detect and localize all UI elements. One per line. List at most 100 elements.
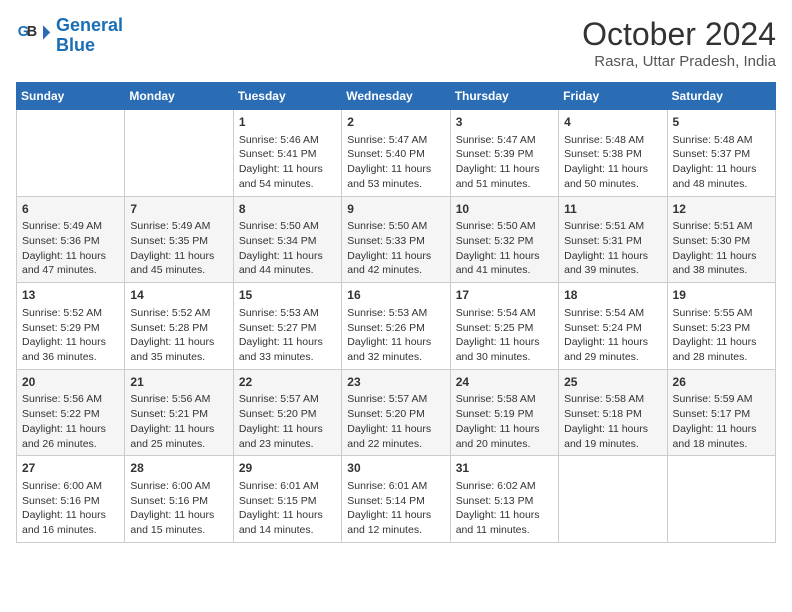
day-cell: 31 Sunrise: 6:02 AM Sunset: 5:13 PM Dayli…: [450, 456, 558, 543]
header-saturday: Saturday: [667, 83, 775, 110]
day-number: 28: [130, 460, 227, 477]
logo-icon: G B: [16, 18, 52, 54]
header-tuesday: Tuesday: [233, 83, 341, 110]
day-number: 9: [347, 201, 444, 218]
day-number: 22: [239, 374, 336, 391]
location-subtitle: Rasra, Uttar Pradesh, India: [582, 53, 776, 70]
day-info: Sunrise: 5:50 AM Sunset: 5:34 PM Dayligh…: [239, 219, 336, 278]
header-thursday: Thursday: [450, 83, 558, 110]
day-info: Sunrise: 5:53 AM Sunset: 5:27 PM Dayligh…: [239, 306, 336, 365]
day-cell: 9Sunrise: 5:50 AM Sunset: 5:33 PM Daylig…: [342, 196, 450, 283]
day-cell: [667, 456, 775, 543]
day-cell: 15 Sunrise: 5:53 AM Sunset: 5:27 PM Dayli…: [233, 283, 341, 370]
day-cell: 29 Sunrise: 6:01 AM Sunset: 5:15 PM Dayli…: [233, 456, 341, 543]
week-row-5: 27 Sunrise: 6:00 AM Sunset: 5:16 PM Dayli…: [17, 456, 776, 543]
day-number: 27: [22, 460, 119, 477]
day-cell: 28 Sunrise: 6:00 AM Sunset: 5:16 PM Dayli…: [125, 456, 233, 543]
day-info: Sunrise: 5:55 AM Sunset: 5:23 PM Dayligh…: [673, 306, 770, 365]
day-info: Sunrise: 5:50 AM Sunset: 5:32 PM Dayligh…: [456, 219, 553, 278]
day-number: 15: [239, 287, 336, 304]
day-cell: 20Sunrise: 5:56 AM Sunset: 5:22 PM Dayli…: [17, 369, 125, 456]
week-row-4: 20Sunrise: 5:56 AM Sunset: 5:22 PM Dayli…: [17, 369, 776, 456]
day-info: Sunrise: 5:56 AM Sunset: 5:22 PM Dayligh…: [22, 392, 119, 451]
day-number: 19: [673, 287, 770, 304]
day-info: Sunrise: 5:58 AM Sunset: 5:19 PM Dayligh…: [456, 392, 553, 451]
day-cell: [17, 110, 125, 197]
day-number: 18: [564, 287, 661, 304]
day-info: Sunrise: 6:00 AM Sunset: 5:16 PM Dayligh…: [130, 479, 227, 538]
day-info: Sunrise: 6:01 AM Sunset: 5:15 PM Dayligh…: [239, 479, 336, 538]
day-number: 25: [564, 374, 661, 391]
day-cell: 25Sunrise: 5:58 AM Sunset: 5:18 PM Dayli…: [559, 369, 667, 456]
week-row-2: 6Sunrise: 5:49 AM Sunset: 5:36 PM Daylig…: [17, 196, 776, 283]
day-cell: 7Sunrise: 5:49 AM Sunset: 5:35 PM Daylig…: [125, 196, 233, 283]
logo-text: General Blue: [56, 16, 123, 56]
page-header: G B General Blue October 2024 Rasra, Utt…: [16, 16, 776, 70]
day-number: 23: [347, 374, 444, 391]
day-cell: 8Sunrise: 5:50 AM Sunset: 5:34 PM Daylig…: [233, 196, 341, 283]
day-number: 20: [22, 374, 119, 391]
day-cell: 17 Sunrise: 5:54 AM Sunset: 5:25 PM Dayli…: [450, 283, 558, 370]
day-info: Sunrise: 5:51 AM Sunset: 5:31 PM Dayligh…: [564, 219, 661, 278]
logo-line2: Blue: [56, 35, 95, 55]
day-cell: 22Sunrise: 5:57 AM Sunset: 5:20 PM Dayli…: [233, 369, 341, 456]
day-info: Sunrise: 5:50 AM Sunset: 5:33 PM Dayligh…: [347, 219, 444, 278]
day-number: 10: [456, 201, 553, 218]
day-info: Sunrise: 5:48 AM Sunset: 5:37 PM Dayligh…: [673, 133, 770, 192]
day-number: 4: [564, 114, 661, 131]
week-row-3: 13Sunrise: 5:52 AM Sunset: 5:29 PM Dayli…: [17, 283, 776, 370]
day-info: Sunrise: 5:54 AM Sunset: 5:25 PM Dayligh…: [456, 306, 553, 365]
day-number: 1: [239, 114, 336, 131]
day-cell: 13Sunrise: 5:52 AM Sunset: 5:29 PM Dayli…: [17, 283, 125, 370]
month-title: October 2024: [582, 16, 776, 53]
day-number: 11: [564, 201, 661, 218]
day-number: 3: [456, 114, 553, 131]
day-info: Sunrise: 5:59 AM Sunset: 5:17 PM Dayligh…: [673, 392, 770, 451]
day-number: 14: [130, 287, 227, 304]
day-info: Sunrise: 5:51 AM Sunset: 5:30 PM Dayligh…: [673, 219, 770, 278]
day-info: Sunrise: 6:01 AM Sunset: 5:14 PM Dayligh…: [347, 479, 444, 538]
header-sunday: Sunday: [17, 83, 125, 110]
day-number: 31: [456, 460, 553, 477]
day-cell: 12Sunrise: 5:51 AM Sunset: 5:30 PM Dayli…: [667, 196, 775, 283]
day-number: 21: [130, 374, 227, 391]
day-info: Sunrise: 5:57 AM Sunset: 5:20 PM Dayligh…: [347, 392, 444, 451]
day-cell: 24Sunrise: 5:58 AM Sunset: 5:19 PM Dayli…: [450, 369, 558, 456]
logo-line1: General: [56, 15, 123, 35]
day-number: 5: [673, 114, 770, 131]
day-cell: 3 Sunrise: 5:47 AM Sunset: 5:39 PM Daylig…: [450, 110, 558, 197]
calendar-table: SundayMondayTuesdayWednesdayThursdayFrid…: [16, 82, 776, 543]
day-info: Sunrise: 6:00 AM Sunset: 5:16 PM Dayligh…: [22, 479, 119, 538]
day-cell: 14Sunrise: 5:52 AM Sunset: 5:28 PM Dayli…: [125, 283, 233, 370]
day-cell: 11Sunrise: 5:51 AM Sunset: 5:31 PM Dayli…: [559, 196, 667, 283]
day-number: 30: [347, 460, 444, 477]
day-cell: 27 Sunrise: 6:00 AM Sunset: 5:16 PM Dayli…: [17, 456, 125, 543]
day-number: 6: [22, 201, 119, 218]
svg-text:B: B: [27, 24, 37, 40]
day-number: 17: [456, 287, 553, 304]
day-cell: 18 Sunrise: 5:54 AM Sunset: 5:24 PM Dayli…: [559, 283, 667, 370]
day-info: Sunrise: 5:53 AM Sunset: 5:26 PM Dayligh…: [347, 306, 444, 365]
day-number: 29: [239, 460, 336, 477]
day-info: Sunrise: 5:57 AM Sunset: 5:20 PM Dayligh…: [239, 392, 336, 451]
day-cell: 6Sunrise: 5:49 AM Sunset: 5:36 PM Daylig…: [17, 196, 125, 283]
day-cell: [559, 456, 667, 543]
day-info: Sunrise: 5:47 AM Sunset: 5:39 PM Dayligh…: [456, 133, 553, 192]
day-info: Sunrise: 5:56 AM Sunset: 5:21 PM Dayligh…: [130, 392, 227, 451]
day-number: 7: [130, 201, 227, 218]
day-cell: 30 Sunrise: 6:01 AM Sunset: 5:14 PM Dayli…: [342, 456, 450, 543]
header-row: SundayMondayTuesdayWednesdayThursdayFrid…: [17, 83, 776, 110]
day-info: Sunrise: 5:49 AM Sunset: 5:36 PM Dayligh…: [22, 219, 119, 278]
day-number: 8: [239, 201, 336, 218]
day-cell: 23Sunrise: 5:57 AM Sunset: 5:20 PM Dayli…: [342, 369, 450, 456]
day-info: Sunrise: 5:47 AM Sunset: 5:40 PM Dayligh…: [347, 133, 444, 192]
week-row-1: 1Sunrise: 5:46 AM Sunset: 5:41 PM Daylig…: [17, 110, 776, 197]
day-cell: 16 Sunrise: 5:53 AM Sunset: 5:26 PM Dayli…: [342, 283, 450, 370]
day-number: 16: [347, 287, 444, 304]
day-cell: 21Sunrise: 5:56 AM Sunset: 5:21 PM Dayli…: [125, 369, 233, 456]
day-cell: 2Sunrise: 5:47 AM Sunset: 5:40 PM Daylig…: [342, 110, 450, 197]
day-cell: 1Sunrise: 5:46 AM Sunset: 5:41 PM Daylig…: [233, 110, 341, 197]
day-info: Sunrise: 6:02 AM Sunset: 5:13 PM Dayligh…: [456, 479, 553, 538]
day-info: Sunrise: 5:54 AM Sunset: 5:24 PM Dayligh…: [564, 306, 661, 365]
day-number: 12: [673, 201, 770, 218]
